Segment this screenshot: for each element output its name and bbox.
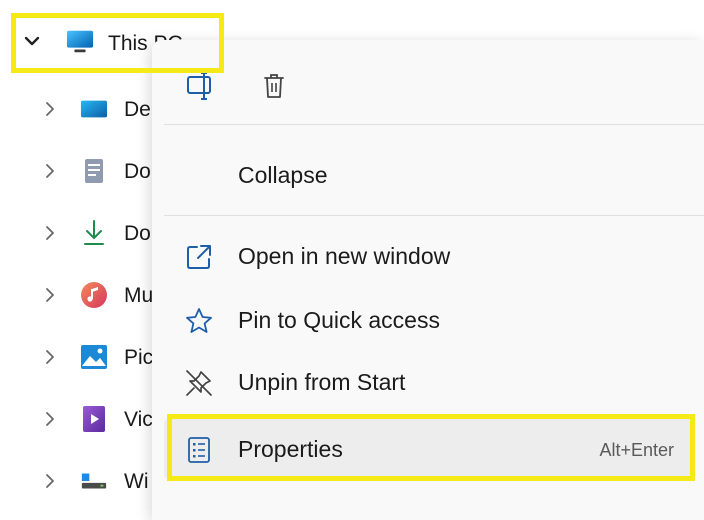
menu-separator (164, 215, 704, 216)
delete-button[interactable] (252, 66, 296, 110)
music-icon (80, 282, 108, 308)
nav-item-label: Wi (124, 470, 149, 493)
menu-item-label: Collapse (238, 162, 328, 188)
pictures-icon (80, 344, 108, 370)
chevron-right-icon[interactable] (40, 409, 60, 429)
menu-item-open-new-window[interactable]: Open in new window (164, 226, 692, 286)
chevron-right-icon[interactable] (40, 471, 60, 491)
nav-item-label: Vic (124, 408, 153, 431)
open-new-window-icon (184, 242, 214, 272)
menu-item-unpin-start[interactable]: Unpin from Start (164, 352, 692, 412)
menu-item-pin-quick-access[interactable]: Pin to Quick access (164, 290, 692, 350)
chevron-right-icon[interactable] (40, 285, 60, 305)
delete-icon (262, 72, 286, 105)
desktop-folder-icon (80, 96, 108, 122)
chevron-right-icon[interactable] (40, 347, 60, 367)
videos-icon (80, 406, 108, 432)
star-icon (184, 306, 214, 336)
downloads-icon (80, 220, 108, 246)
menu-item-label: Unpin from Start (238, 369, 406, 395)
nav-item-label: Do (124, 222, 151, 245)
drive-icon (80, 468, 108, 494)
highlight-this-pc (11, 13, 224, 73)
nav-item-label: De (124, 98, 151, 121)
highlight-properties (167, 414, 695, 481)
chevron-right-icon[interactable] (40, 99, 60, 119)
nav-item-label: Pic (124, 346, 154, 369)
rename-icon (185, 71, 215, 105)
nav-item-label: Mu (124, 284, 154, 307)
nav-item-label: Do (124, 160, 151, 183)
menu-item-collapse[interactable]: Collapse (164, 145, 692, 205)
menu-item-label: Pin to Quick access (238, 307, 440, 333)
chevron-right-icon[interactable] (40, 161, 60, 181)
unpin-icon (184, 368, 214, 398)
menu-separator (164, 124, 704, 125)
menu-item-label: Open in new window (238, 243, 451, 269)
documents-folder-icon (80, 158, 108, 184)
chevron-right-icon[interactable] (40, 223, 60, 243)
